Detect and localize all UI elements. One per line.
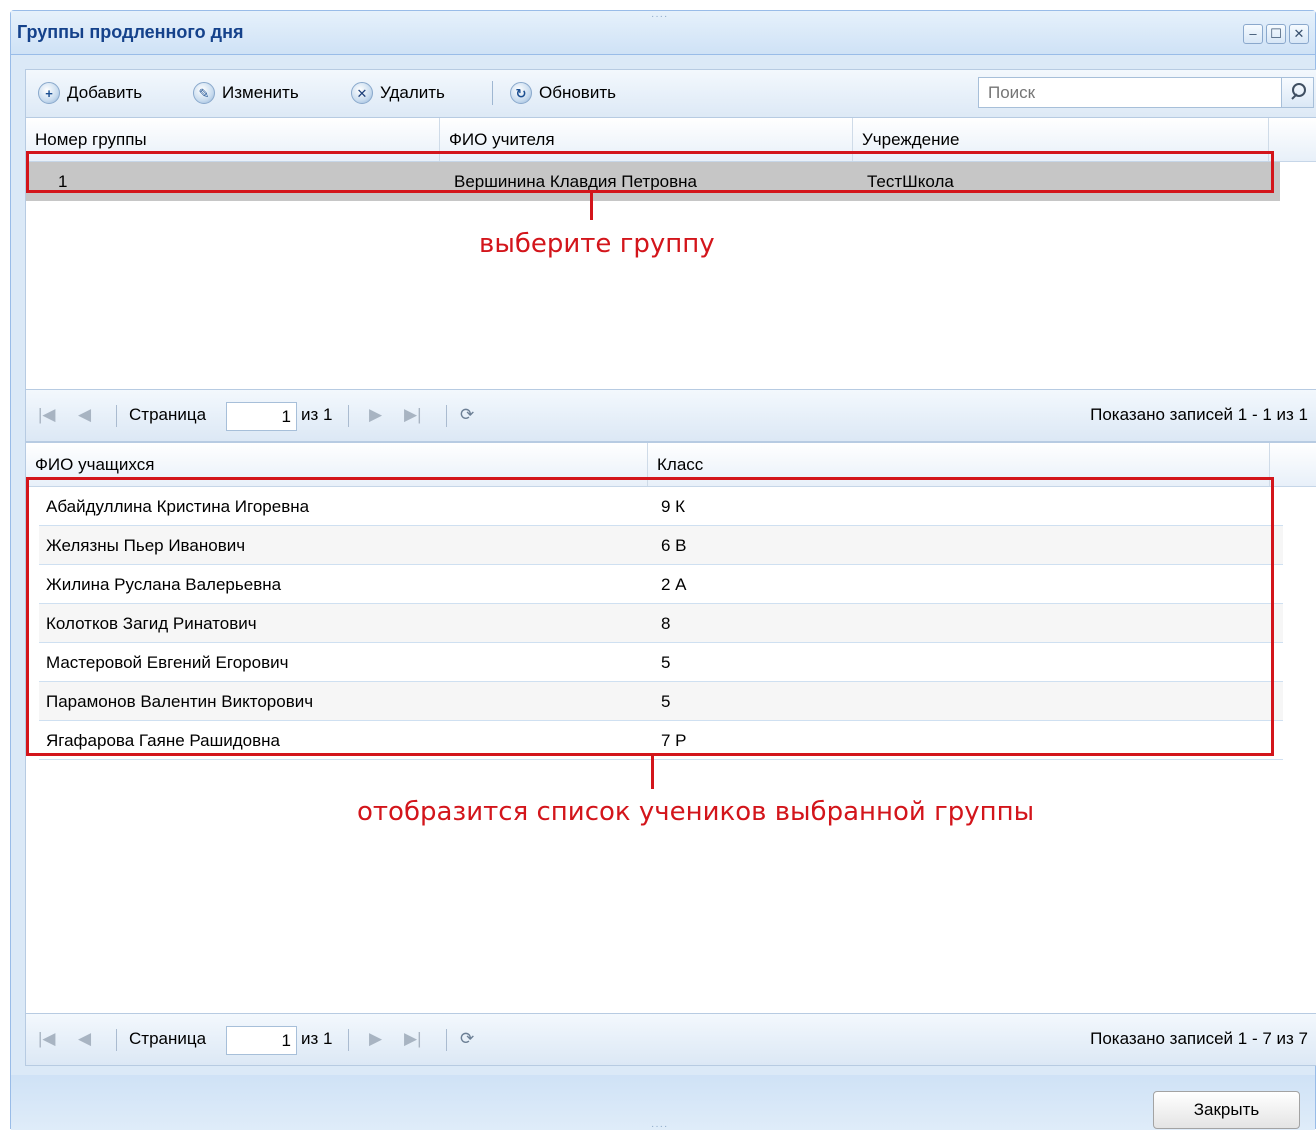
edit-button-label: Изменить [222,83,299,102]
annotation-select-group: выберите группу [479,229,715,259]
dialog-window: Группы продленного дня ···· – ☐ ✕ + Доба… [10,10,1316,1132]
cell-institution: ТестШкола [867,172,954,191]
pager-separator [348,405,349,427]
title-bar[interactable]: Группы продленного дня ···· – ☐ ✕ [11,11,1315,55]
cell-class: 5 [661,692,671,711]
cell-teacher: Вершинина Клавдия Петровна [454,172,697,191]
table-row[interactable]: Желязны Пьер Иванович 6 В [39,526,1283,565]
delete-button[interactable]: ✕ Удалить [351,80,445,106]
reload-icon[interactable]: ⟳ [460,404,474,426]
window-title: Группы продленного дня [17,22,244,42]
page-input[interactable]: 1 [226,402,297,431]
cell-class: 9 К [661,497,686,516]
minimize-button[interactable]: – [1243,24,1263,44]
plus-icon: + [38,82,60,104]
add-button[interactable]: + Добавить [38,80,142,106]
maximize-button[interactable]: ☐ [1266,24,1286,44]
pager-separator [116,405,117,427]
table-row[interactable]: Колотков Загид Ринатович 8 [39,604,1283,643]
next-page-icon[interactable]: ▶ [369,1028,382,1050]
column-header-institution[interactable]: Учреждение [853,118,1269,161]
next-page-icon[interactable]: ▶ [369,404,382,426]
column-header-student-name[interactable]: ФИО учащихся [26,443,648,486]
column-header-class[interactable]: Класс [648,443,1270,486]
delete-icon: ✕ [351,82,373,104]
page-count-label: из 1 [301,1029,333,1048]
dialog-footer: Закрыть ···· [11,1075,1315,1132]
page-input[interactable]: 1 [226,1026,297,1055]
cell-student-name: Мастеровой Евгений Егорович [46,653,289,672]
page-label: Страница [129,405,207,424]
records-info: Показано записей 1 - 1 из 1 [1090,405,1308,424]
pager-separator [446,405,447,427]
annotation-connector [651,756,654,789]
annotation-connector [590,193,593,220]
first-page-icon[interactable]: |◀ [38,404,56,426]
pager-separator [348,1029,349,1051]
students-list: Абайдуллина Кристина Игоревна 9 К Желязн… [26,487,1316,760]
last-page-icon[interactable]: ▶| [404,1028,422,1050]
drag-grip-icon[interactable]: ···· [651,11,668,22]
cell-student-name: Парамонов Валентин Викторович [46,692,314,711]
table-row[interactable]: Абайдуллина Кристина Игоревна 9 К [39,487,1283,526]
cell-class: 8 [661,614,671,633]
resize-grip-icon[interactable]: ···· [651,1121,668,1132]
cell-class: 7 Р [661,731,687,750]
table-row[interactable]: Ягафарова Гаяне Рашидовна 7 Р [39,721,1283,760]
students-grid-header: ФИО учащихся Класс [26,443,1316,487]
cell-group-number: 1 [58,172,68,191]
refresh-button-label: Обновить [539,83,616,102]
pencil-icon: ✎ [193,82,215,104]
cell-student-name: Жилина Руслана Валерьевна [46,575,282,594]
prev-page-icon[interactable]: ◀ [78,1028,91,1050]
cell-class: 5 [661,653,671,672]
search-box [978,77,1314,108]
cell-student-name: Ягафарова Гаяне Рашидовна [46,731,281,750]
groups-pager: |◀ ◀ Страница 1 из 1 ▶ ▶| ⟳ Показано зап… [26,389,1316,441]
prev-page-icon[interactable]: ◀ [78,404,91,426]
search-input[interactable] [979,78,1281,107]
pager-separator [446,1029,447,1051]
cell-class: 6 В [661,536,687,555]
students-grid: ФИО учащихся Класс Абайдуллина Кристина … [25,442,1316,1066]
column-header-teacher[interactable]: ФИО учителя [440,118,853,161]
close-window-button[interactable]: ✕ [1289,24,1309,44]
toolbar-separator [492,81,493,105]
cell-student-name: Желязны Пьер Иванович [46,536,246,555]
first-page-icon[interactable]: |◀ [38,1028,56,1050]
close-button[interactable]: Закрыть [1153,1091,1300,1129]
toolbar: + Добавить ✎ Изменить ✕ Удалить ↻ Обнови… [25,69,1316,117]
window-controls: – ☐ ✕ [1243,24,1309,44]
cell-class: 2 А [661,575,687,594]
pager-separator [116,1029,117,1051]
students-pager: |◀ ◀ Страница 1 из 1 ▶ ▶| ⟳ Показано зап… [26,1013,1316,1065]
groups-grid: Номер группы ФИО учителя Учреждение 1 Ве… [25,117,1316,442]
page-count-label: из 1 [301,405,333,424]
add-button-label: Добавить [67,83,143,102]
refresh-icon: ↻ [510,82,532,104]
cell-student-name: Колотков Загид Ринатович [46,614,257,633]
table-row[interactable]: 1 Вершинина Клавдия Петровна ТестШкола [26,162,1280,201]
records-info: Показано записей 1 - 7 из 7 [1090,1029,1308,1048]
last-page-icon[interactable]: ▶| [404,404,422,426]
search-icon[interactable] [1281,78,1313,107]
groups-grid-header: Номер группы ФИО учителя Учреждение [26,118,1316,162]
delete-button-label: Удалить [380,83,445,102]
edit-button[interactable]: ✎ Изменить [193,80,299,106]
table-row[interactable]: Парамонов Валентин Викторович 5 [39,682,1283,721]
table-row[interactable]: Жилина Руслана Валерьевна 2 А [39,565,1283,604]
annotation-students-list: отобразится список учеников выбранной гр… [357,797,1035,827]
column-header-group-number[interactable]: Номер группы [26,118,440,161]
table-row[interactable]: Мастеровой Евгений Егорович 5 [39,643,1283,682]
reload-icon[interactable]: ⟳ [460,1028,474,1050]
page-label: Страница [129,1029,207,1048]
cell-student-name: Абайдуллина Кристина Игоревна [46,497,310,516]
refresh-button[interactable]: ↻ Обновить [510,80,616,106]
